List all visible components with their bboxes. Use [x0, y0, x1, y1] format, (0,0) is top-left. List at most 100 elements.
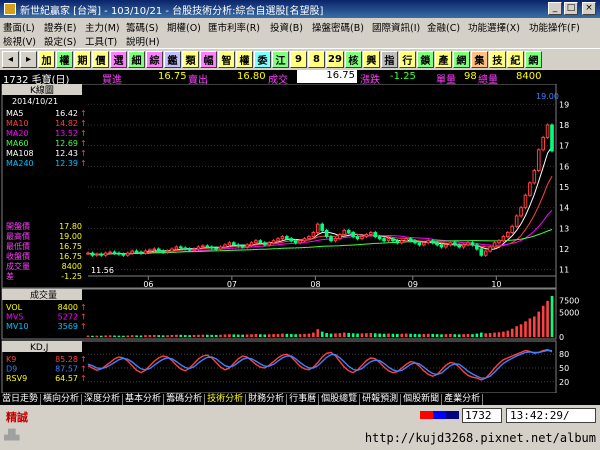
toolbar-button[interactable]: 指 [380, 51, 398, 68]
tab-3[interactable]: 基本分析 [123, 393, 165, 405]
tab-11[interactable]: 產業分析 [442, 393, 484, 405]
toolbar-button[interactable]: 9 [290, 51, 307, 68]
candle-body [382, 238, 386, 242]
toolbar-button[interactable]: 細 [128, 51, 145, 68]
volume-tick: 7500 [559, 296, 579, 305]
candle-body [205, 245, 210, 248]
volume-bar [298, 334, 302, 337]
price-tick: 11 [559, 266, 569, 275]
toolbar-button[interactable]: 期 [74, 51, 91, 68]
maximize-button[interactable]: □ [564, 2, 578, 15]
toolbar-button[interactable]: 29 [326, 51, 344, 68]
menu-help[interactable]: 說明(H) [126, 34, 160, 48]
candle-body [311, 231, 316, 238]
volume-bar [342, 332, 346, 337]
tab-4[interactable]: 籌碼分析 [164, 393, 206, 405]
toolbar-button[interactable]: 類 [182, 51, 199, 68]
ma-legend-name: MA5 [6, 109, 23, 118]
toolbar-button[interactable]: 鎖 [416, 51, 434, 68]
candle-body [532, 169, 537, 184]
tab-8[interactable]: 個股總覽 [319, 393, 361, 405]
candle-body [501, 236, 506, 242]
menu-securities[interactable]: 證券(E) [44, 20, 76, 34]
tab-2[interactable]: 深度分析 [82, 393, 124, 405]
toolbar-button[interactable]: 網 [524, 51, 542, 68]
ma-legend-arrow: ↑ [80, 129, 87, 138]
menu-invest[interactable]: 投資(B) [270, 20, 303, 34]
volume-bar [316, 329, 320, 337]
candle-body [470, 242, 475, 246]
toolbar-button[interactable]: ▸ [20, 51, 37, 68]
tab-5[interactable]: 技術分析 [205, 393, 247, 405]
minimize-button[interactable]: _ [548, 2, 562, 15]
tab-6[interactable]: 財務分析 [246, 393, 288, 405]
toolbar-button[interactable]: 綜 [146, 51, 163, 68]
status-bar: 精誠 1732 13:42:29/ [0, 405, 600, 427]
menu-view[interactable]: 檢視(V) [3, 34, 36, 48]
tab-0[interactable]: 當日走勢 [0, 393, 42, 405]
toolbar-button[interactable]: 網 [452, 51, 470, 68]
toolbar-button[interactable]: 價 [92, 51, 109, 68]
toolbar-button[interactable]: 幅 [200, 51, 217, 68]
tab-9[interactable]: 研報預測 [360, 393, 402, 405]
app-icon [4, 3, 16, 15]
menu-trading-code[interactable]: 操盤密碼(B) [312, 20, 364, 34]
toolbar-button[interactable]: 技 [488, 51, 506, 68]
window-title: 新世紀贏家 [台灣] - 103/10/21 - 台股技術分析:綜合自選股[名望… [20, 5, 324, 17]
close-button[interactable]: × [582, 2, 596, 15]
menu-function-select[interactable]: 功能選擇(X) [468, 20, 520, 34]
menu-tools[interactable]: 工具(T) [85, 34, 117, 48]
ma-legend-name: MA108 [6, 149, 34, 158]
candle-body [117, 252, 121, 255]
legend-name: MV5 [6, 313, 23, 322]
tab-10[interactable]: 個股新聞 [401, 393, 443, 405]
toolbar-button[interactable]: 智 [218, 51, 235, 68]
toolbar-button[interactable]: 權 [236, 51, 253, 68]
ohlc-label: 最低價 [6, 241, 30, 251]
toolbar-button[interactable]: 權 [56, 51, 73, 68]
candle-body [399, 240, 404, 244]
menu-forex[interactable]: 匯市利率(R) [208, 20, 260, 34]
toolbar-button[interactable]: 8 [308, 51, 325, 68]
toolbar-button[interactable]: 興 [362, 51, 380, 68]
stock-code-input[interactable]: 1732 [462, 408, 502, 423]
menu-screen[interactable]: 畫面(L) [3, 20, 35, 34]
volume-bar [139, 335, 143, 337]
toolbar-button[interactable]: 江 [272, 51, 289, 68]
toolbar-button[interactable]: 集 [470, 51, 488, 68]
candle-body [497, 240, 501, 244]
candle-body [377, 236, 382, 240]
ma-legend-arrow: ↑ [80, 119, 87, 128]
tab-7[interactable]: 行事曆 [287, 393, 320, 405]
menu-chips[interactable]: 籌碼(S) [126, 20, 158, 34]
menu-settings[interactable]: 設定(S) [44, 34, 76, 48]
volume-bar [479, 332, 483, 337]
candle-body [448, 242, 453, 246]
volume-bar [484, 333, 488, 337]
tab-1[interactable]: 橫向分析 [41, 393, 83, 405]
toolbar-button[interactable]: 產 [434, 51, 452, 68]
toolbar-button[interactable]: ◂ [2, 51, 19, 68]
toolbar-button[interactable]: 行 [398, 51, 416, 68]
menu-intl-info[interactable]: 國際資訊(I) [372, 20, 420, 34]
candle-body [483, 250, 488, 256]
legend-name: VOL [6, 303, 23, 312]
qty-value: 98 [464, 71, 477, 82]
candle-body [422, 242, 426, 246]
watermark-logo: ▟▙ [4, 430, 20, 441]
volume-bar [329, 333, 333, 337]
toolbar-button[interactable]: 核 [344, 51, 362, 68]
ohlc-label: 成交量 [6, 261, 30, 271]
toolbar-button[interactable]: 加 [38, 51, 55, 68]
toolbar-button[interactable]: 委 [254, 51, 271, 68]
menu-finance[interactable]: 金融(C) [427, 20, 460, 34]
toolbar-button[interactable]: 紀 [506, 51, 524, 68]
candle-body [236, 244, 241, 247]
menu-main-force[interactable]: 主力(M) [85, 20, 120, 34]
toolbar-button[interactable]: 鑑 [164, 51, 181, 68]
toolbar-button[interactable]: 選 [110, 51, 127, 68]
menu-function-operate[interactable]: 功能操作(F) [529, 20, 580, 34]
menu-options[interactable]: 期權(O) [167, 20, 201, 34]
technical-chart[interactable]: K線圖 2014/10/21 MA5 16.42 ↑MA10 14.82 ↑MA20 13… [0, 84, 600, 394]
candle-body [461, 244, 466, 248]
